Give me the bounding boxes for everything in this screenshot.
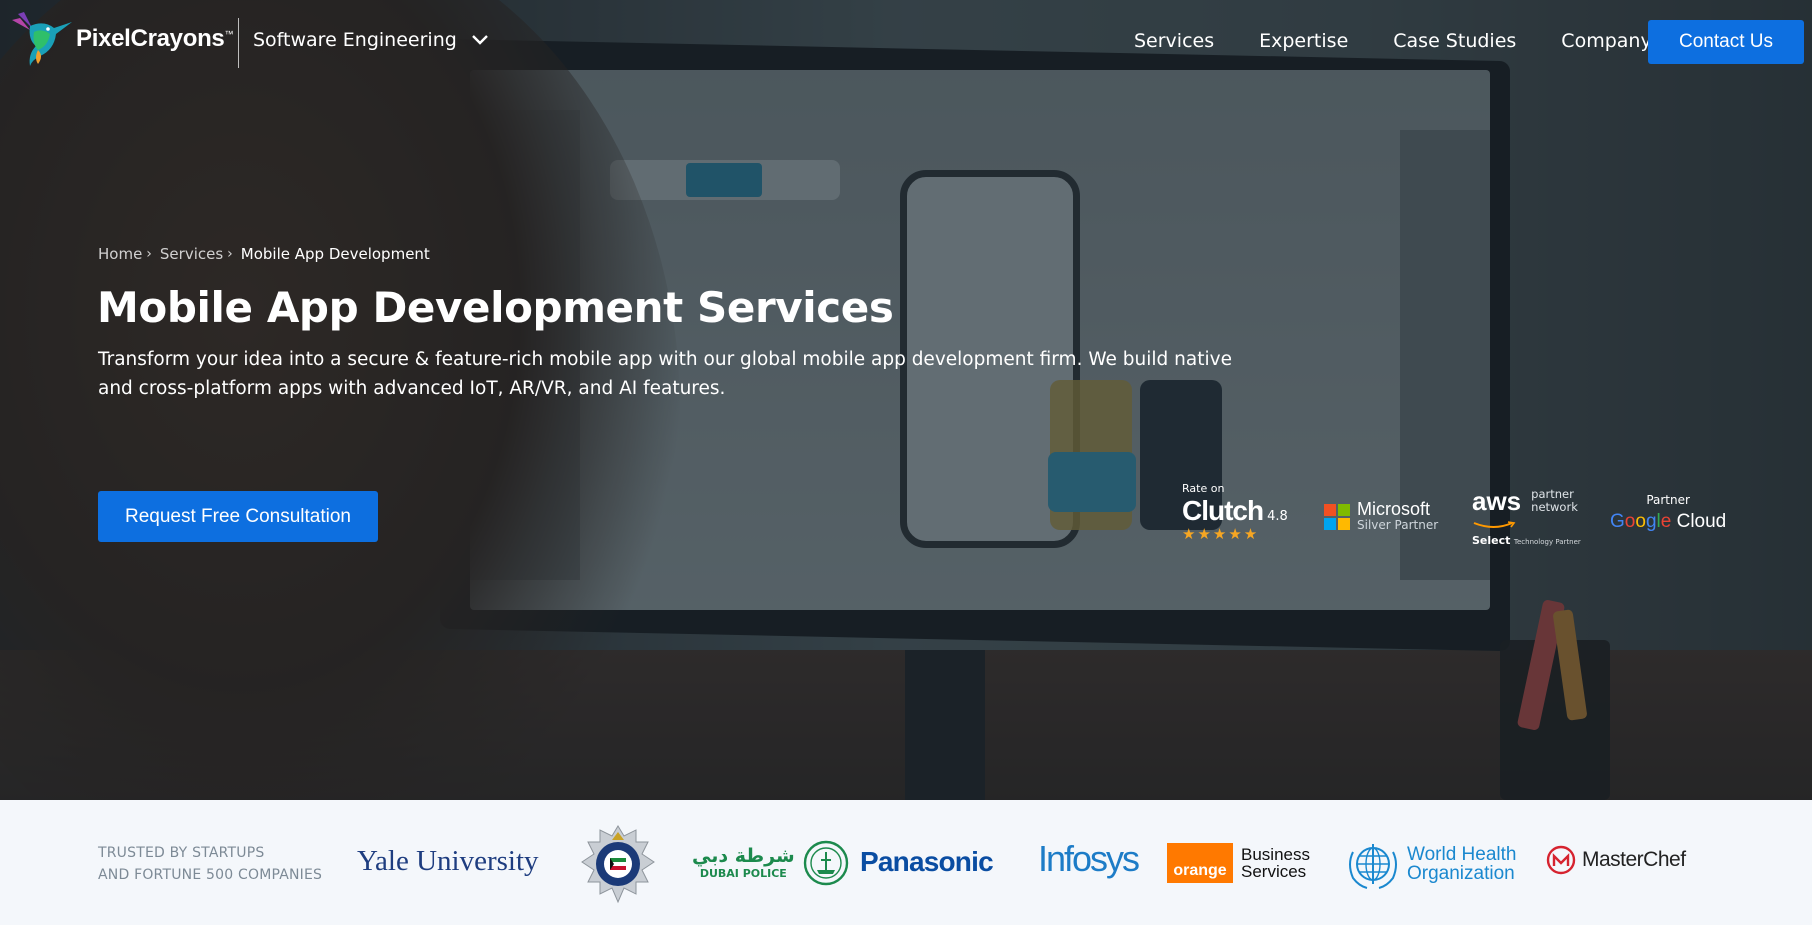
aws-name: aws [1472,486,1522,516]
contact-us-button[interactable]: Contact Us [1648,20,1804,64]
dubai-police-logo: شرطة دبي DUBAI POLICE [692,840,849,886]
chevron-right-icon: › [146,246,152,262]
panasonic-logo: Panasonic [860,846,994,877]
division-dropdown[interactable]: Software Engineering [253,29,489,51]
masterchef-m-icon [1546,845,1576,875]
microsoft-partner-badge: Microsoft Silver Partner [1324,499,1439,532]
infosys-logo: Infosys [1038,838,1140,879]
nav-case-studies[interactable]: Case Studies [1393,30,1516,52]
brand-tm: ™ [224,29,234,39]
site-header: PixelCrayons™ Software Engineering Servi… [0,0,1812,84]
chevron-right-icon: › [227,246,233,262]
aws-select: Select [1472,534,1511,547]
aws-tech-partner: Technology Partner [1513,538,1581,546]
star-rating-icon: ★★★★★ [1182,525,1260,543]
hummingbird-icon [12,12,73,66]
nav-company[interactable]: Company [1561,30,1651,52]
clutch-name: Clutch [1182,495,1264,526]
google-cloud-partner-badge: Partner Google Cloud [1610,493,1726,533]
aws-partner-badge: aws partner network Select Technology Par… [1472,486,1581,548]
microsoft-logo-icon [1324,503,1350,530]
brand-name: PixelCrayons [76,25,225,52]
dubai-police-english: DUBAI POLICE [699,867,787,880]
yale-university-logo: Yale University [357,845,539,877]
dubai-police-emblem-icon [803,840,848,886]
world-health-organization-logo: World Health Organization [1345,838,1516,890]
nav-services[interactable]: Services [1134,30,1214,52]
division-label: Software Engineering [253,29,457,51]
page-title: Mobile App Development Services [97,283,894,332]
logo-divider [238,18,239,68]
clutch-score: 4.8 [1267,509,1288,524]
masterchef-logo: MasterChef [1546,845,1686,875]
chevron-down-icon [471,35,488,45]
dubai-police-arabic: شرطة دبي [692,845,795,867]
microsoft-name: Microsoft [1357,499,1431,519]
clutch-rate-on: Rate on [1182,482,1225,495]
hero-description: Transform your idea into a secure & feat… [98,349,1232,399]
orange-business-services-logo: orange Business Services [1167,843,1310,883]
clutch-badge[interactable]: Rate on Clutch 4.8 ★★★★★ [1182,482,1288,543]
trusted-by-label: TRUSTED BY STARTUPS AND FORTUNE 500 COMP… [98,845,323,883]
google-cloud-word: Cloud [1676,511,1727,532]
breadcrumb: Home › Services › Mobile App Development [98,245,430,263]
nav-expertise[interactable]: Expertise [1259,30,1348,52]
orange-logo-box: orange [1167,843,1233,883]
microsoft-tier: Silver Partner [1357,518,1439,532]
brand-logo[interactable]: PixelCrayons™ [10,6,233,70]
google-cloud-logo: Google Cloud [1610,511,1727,532]
google-partner-label: Partner [1646,493,1690,507]
who-emblem-icon [1349,844,1397,889]
aws-network-text: network [1531,500,1578,514]
main-nav: Services Expertise Case Studies Company [1134,30,1697,52]
request-consultation-button[interactable]: Request Free Consultation [98,491,378,542]
kuwait-police-emblem-icon [581,825,655,904]
breadcrumb-home[interactable]: Home [98,245,142,263]
breadcrumb-current: Mobile App Development [240,245,430,263]
aws-smile-icon [1473,521,1516,528]
masterchef-name: MasterChef [1582,848,1686,871]
breadcrumb-services[interactable]: Services [160,245,223,263]
